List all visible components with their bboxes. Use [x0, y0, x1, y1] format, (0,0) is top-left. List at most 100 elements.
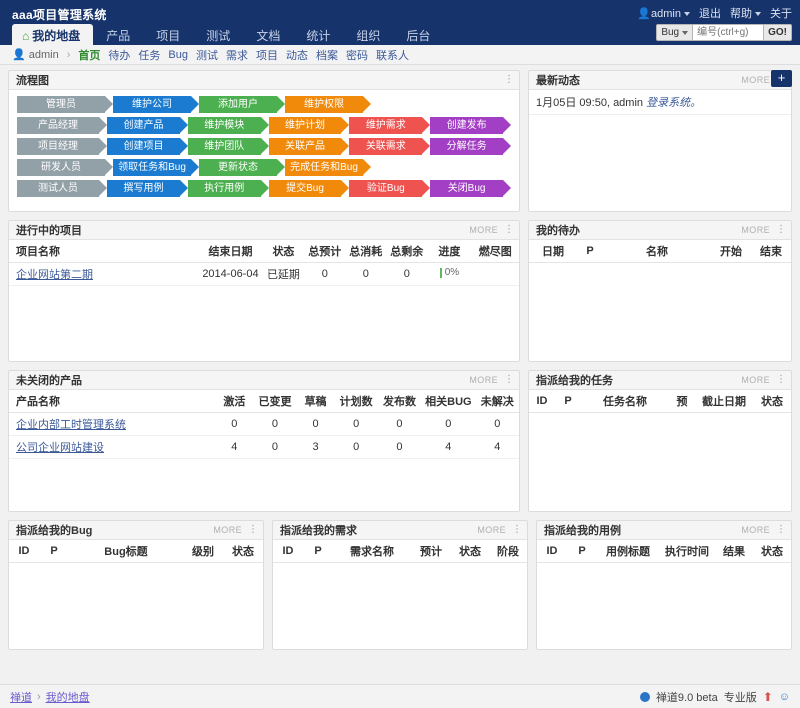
menu-dots-icon[interactable]: ⋮ — [776, 376, 786, 384]
flow-step-2-0[interactable]: 创建项目 — [107, 138, 180, 155]
col-status: 状态 — [223, 540, 263, 563]
menu-dots-icon[interactable]: ⋮ — [776, 526, 786, 534]
table-row[interactable]: 企业内部工时管理系统0000000 — [9, 413, 519, 436]
logout-link[interactable]: 退出 — [699, 5, 721, 21]
col-id: ID — [273, 540, 303, 563]
navbar-right-menu: 👤admin 退出 帮助 关于 — [637, 5, 792, 21]
flow-step-4-1[interactable]: 执行用例 — [188, 180, 261, 197]
flow-step-0-2[interactable]: 维护权限 — [285, 96, 363, 113]
ongoing-more-link[interactable]: MORE — [469, 225, 498, 235]
cases-body: ID P 用例标题 执行时间 结果 状态 — [537, 540, 791, 649]
tab-statistics[interactable]: 统计 — [293, 24, 343, 48]
tab-my-dashboard-label: 我的地盘 — [32, 29, 80, 43]
menu-dots-icon[interactable]: ⋮ — [504, 376, 514, 384]
todo-body: 日期 P 名称 开始 结束 — [529, 240, 791, 361]
latest-more-link[interactable]: MORE — [741, 75, 770, 85]
bell-icon[interactable]: ☺ — [779, 691, 790, 703]
subnav-item-todo[interactable]: 待办 — [108, 47, 130, 63]
user-name: admin — [651, 8, 681, 20]
stories-more-link[interactable]: MORE — [477, 525, 506, 535]
subnav-item-task[interactable]: 任务 — [138, 47, 160, 63]
flowchart-rows: 管理员维护公司添加用户维护权限产品经理创建产品维护模块维护计划维护需求创建发布项… — [9, 90, 519, 204]
flow-step-4-2[interactable]: 提交Bug — [269, 180, 342, 197]
project-link[interactable]: 企业网站第二期 — [16, 269, 93, 281]
flow-step-2-1[interactable]: 维护团队 — [188, 138, 261, 155]
breadcrumb-root[interactable]: 禅道 — [10, 689, 32, 705]
flow-step-3-2[interactable]: 完成任务和Bug — [285, 159, 363, 176]
breadcrumb-current[interactable]: 我的地盘 — [46, 689, 90, 705]
col-result: 结果 — [715, 540, 753, 563]
tab-product[interactable]: 产品 — [93, 24, 143, 48]
search-go-button[interactable]: GO! — [764, 24, 792, 41]
subnav-item-home[interactable]: 首页 — [78, 47, 100, 63]
tab-organization[interactable]: 组织 — [343, 24, 393, 48]
table-row[interactable]: 公司企业网站建设4030044 — [9, 436, 519, 459]
flow-step-2-2[interactable]: 关联产品 — [269, 138, 342, 155]
flow-step-0-1[interactable]: 添加用户 — [199, 96, 277, 113]
tab-test[interactable]: 测试 — [193, 24, 243, 48]
flow-step-1-4[interactable]: 创建发布 — [430, 117, 503, 134]
tab-admin[interactable]: 后台 — [393, 24, 443, 48]
products-more-link[interactable]: MORE — [469, 375, 498, 385]
table-row[interactable]: 企业网站第二期 2014-06-04 已延期 0 0 0 0% — [9, 263, 519, 286]
flow-step-2-4[interactable]: 分解任务 — [430, 138, 503, 155]
menu-dots-icon[interactable]: ⋮ — [512, 526, 522, 534]
my-stories-table: ID P 需求名称 预计 状态 阶段 — [273, 540, 527, 563]
flow-step-4-3[interactable]: 验证Bug — [349, 180, 422, 197]
col-estimate: 总预计 — [304, 240, 345, 263]
product-link[interactable]: 企业内部工时管理系统 — [16, 419, 126, 431]
table-header-row: ID P Bug标题 级别 状态 — [9, 540, 263, 563]
bugs-more-link[interactable]: MORE — [213, 525, 242, 535]
subnav-item-password[interactable]: 密码 — [346, 47, 368, 63]
flow-role-0: 管理员 — [17, 96, 105, 113]
flow-step-1-3[interactable]: 维护需求 — [349, 117, 422, 134]
cell-consumed: 0 — [345, 263, 386, 286]
flow-step-4-0[interactable]: 撰写用例 — [107, 180, 180, 197]
table-header-row: 项目名称 结束日期 状态 总预计 总消耗 总剩余 进度 燃尽图 — [9, 240, 519, 263]
todo-more-link[interactable]: MORE — [741, 225, 770, 235]
col-progress: 进度 — [427, 240, 471, 263]
tasks-more-link[interactable]: MORE — [741, 375, 770, 385]
add-widget-button[interactable]: + — [771, 70, 792, 87]
menu-dots-icon[interactable]: ⋮ — [776, 226, 786, 234]
menu-dots-icon[interactable]: ⋮ — [248, 526, 258, 534]
help-menu[interactable]: 帮助 — [730, 5, 761, 21]
flowchart-actions: ⋮ — [504, 76, 514, 84]
version-label[interactable]: 禅道9.0 beta — [656, 689, 718, 705]
subnav-item-project[interactable]: 项目 — [256, 47, 278, 63]
subnav-user-label: admin — [29, 49, 59, 61]
search-type-select[interactable]: Bug — [656, 24, 692, 41]
tab-my-dashboard[interactable]: ⌂我的地盘 — [12, 24, 93, 48]
flow-step-3-1[interactable]: 更新状态 — [199, 159, 277, 176]
subnav-item-bug[interactable]: Bug — [168, 49, 188, 61]
user-menu[interactable]: 👤admin — [637, 7, 690, 20]
global-search: Bug GO! — [656, 24, 792, 41]
subnav-item-story[interactable]: 需求 — [226, 47, 248, 63]
tab-document[interactable]: 文档 — [243, 24, 293, 48]
cases-more-link[interactable]: MORE — [741, 525, 770, 535]
menu-dots-icon[interactable]: ⋮ — [504, 76, 514, 84]
search-input[interactable] — [692, 24, 764, 41]
flowchart-row: 测试人员撰写用例执行用例提交Bug验证Bug关闭Bug — [17, 180, 511, 197]
subnav-item-contacts[interactable]: 联系人 — [376, 47, 409, 63]
flow-step-1-1[interactable]: 维护模块 — [188, 117, 261, 134]
flow-step-4-4[interactable]: 关闭Bug — [430, 180, 503, 197]
flow-step-2-3[interactable]: 关联需求 — [349, 138, 422, 155]
tab-project[interactable]: 项目 — [143, 24, 193, 48]
bugs-body: ID P Bug标题 级别 状态 — [9, 540, 263, 649]
footer-right: 禅道9.0 beta 专业版 ⬆ ☺ — [640, 689, 790, 705]
flow-step-3-0[interactable]: 领取任务和Bug — [113, 159, 191, 176]
subnav-item-profile[interactable]: 档案 — [316, 47, 338, 63]
menu-dots-icon[interactable]: ⋮ — [504, 226, 514, 234]
flow-step-0-0[interactable]: 维护公司 — [113, 96, 191, 113]
subnav-item-dynamic[interactable]: 动态 — [286, 47, 308, 63]
flow-step-1-0[interactable]: 创建产品 — [107, 117, 180, 134]
col-date: 日期 — [529, 240, 577, 263]
about-link[interactable]: 关于 — [770, 5, 792, 21]
flow-step-1-2[interactable]: 维护计划 — [269, 117, 342, 134]
activity-action[interactable]: 登录系统。 — [646, 97, 701, 109]
flow-role-2: 项目经理 — [17, 138, 99, 155]
product-link[interactable]: 公司企业网站建设 — [16, 442, 104, 454]
subnav-item-test[interactable]: 测试 — [196, 47, 218, 63]
up-arrow-icon[interactable]: ⬆ — [763, 690, 773, 704]
